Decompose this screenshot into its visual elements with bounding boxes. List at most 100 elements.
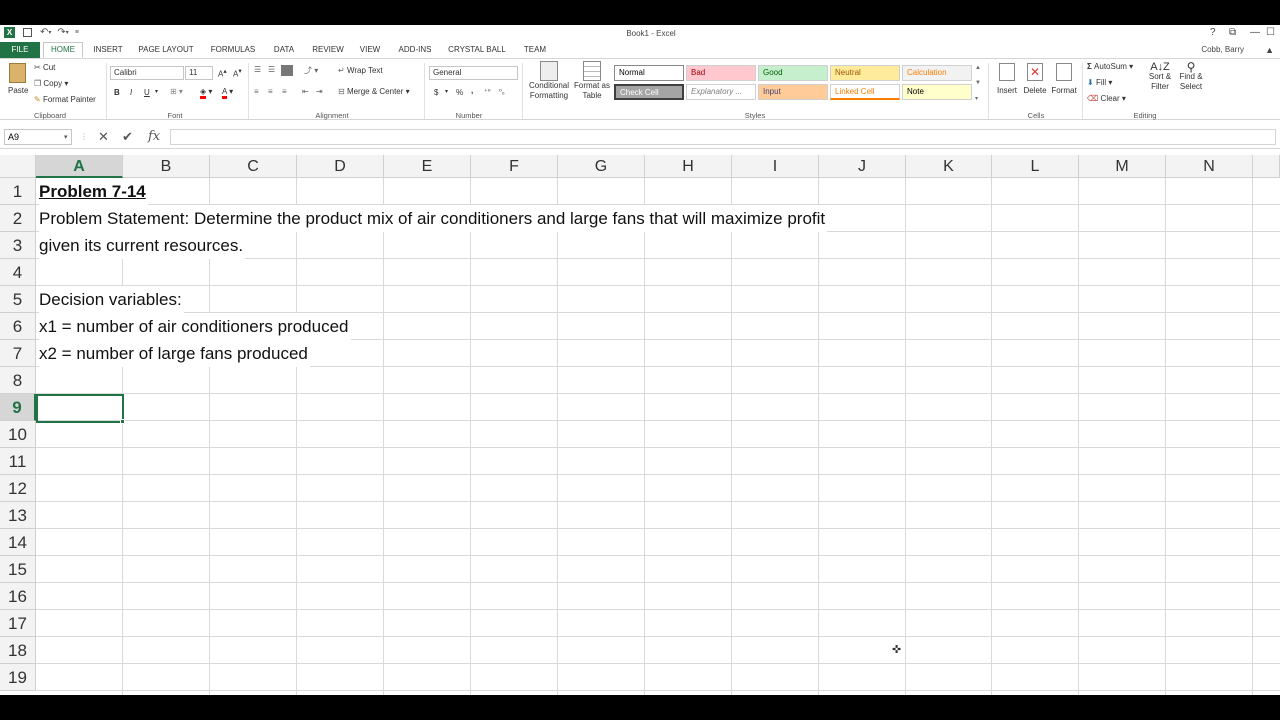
decrease-font-icon[interactable]: A▾ (233, 67, 242, 79)
cell-style-explanatory[interactable]: Explanatory ... (686, 84, 756, 100)
name-box-dropdown-icon[interactable]: ▾ (64, 133, 68, 141)
active-cell-a9[interactable] (36, 394, 124, 423)
conditional-formatting-button[interactable]: Conditional Formatting (526, 61, 572, 101)
autosum-button[interactable]: Σ AutoSum ▾ (1087, 62, 1133, 71)
row-header-6[interactable]: 6 (0, 313, 36, 340)
align-right-icon[interactable]: ≡ (282, 87, 287, 96)
fill-handle[interactable] (120, 419, 125, 424)
row-header-11[interactable]: 11 (0, 448, 36, 475)
row-header-18[interactable]: 18 (0, 637, 36, 664)
cancel-entry-icon[interactable]: ✕ (98, 129, 109, 145)
cell-a5[interactable]: Decision variables: (39, 286, 184, 313)
row-header-7[interactable]: 7 (0, 340, 36, 367)
column-header-b[interactable]: B (123, 155, 210, 178)
cell-style-calculation[interactable]: Calculation (902, 65, 972, 81)
align-bottom-icon[interactable] (281, 65, 293, 76)
column-header-d[interactable]: D (297, 155, 384, 178)
row-header-19[interactable]: 19 (0, 664, 36, 691)
orientation-icon[interactable]: ⤴ ▾ (304, 65, 318, 76)
bold-button[interactable]: B (114, 88, 120, 97)
comma-button[interactable]: , (471, 86, 473, 95)
ribbon-display-icon[interactable]: ⧉ (1229, 27, 1236, 38)
tab-data[interactable]: DATA (267, 42, 301, 58)
cell-a7[interactable]: x2 = number of large fans produced (39, 340, 310, 367)
format-as-table-button[interactable]: Format as Table (574, 61, 610, 101)
row-header-10[interactable]: 10 (0, 421, 36, 448)
maximize-icon[interactable]: ☐ (1266, 27, 1275, 38)
tab-add-ins[interactable]: ADD-INS (393, 42, 437, 58)
minimize-icon[interactable]: — (1250, 27, 1260, 38)
row-header-14[interactable]: 14 (0, 529, 36, 556)
formula-input[interactable] (170, 129, 1276, 145)
row-header-8[interactable]: 8 (0, 367, 36, 394)
row-header-4[interactable]: 4 (0, 259, 36, 286)
insert-function-icon[interactable]: fx (148, 129, 160, 144)
align-middle-icon[interactable]: ☰ (268, 65, 275, 74)
align-center-icon[interactable]: ≡ (268, 87, 273, 96)
column-header-k[interactable]: K (906, 155, 992, 178)
tab-formulas[interactable]: FORMULAS (206, 42, 260, 58)
currency-button[interactable]: $ (434, 88, 438, 97)
column-header-g[interactable]: G (558, 155, 645, 178)
cut-button[interactable]: ✂ Cut (34, 63, 55, 72)
increase-font-icon[interactable]: A▴ (218, 67, 227, 79)
tab-crystal-ball[interactable]: CRYSTAL BALL (445, 42, 509, 58)
column-header-n[interactable]: N (1166, 155, 1253, 178)
styles-scroll-up-icon[interactable]: ▲ (975, 65, 981, 71)
row-header-5[interactable]: 5 (0, 286, 36, 313)
column-header-m[interactable]: M (1079, 155, 1166, 178)
collapse-ribbon-icon[interactable]: ▲ (1265, 45, 1274, 55)
tab-team[interactable]: TEAM (518, 42, 552, 58)
tab-review[interactable]: REVIEW (309, 42, 347, 58)
borders-icon[interactable]: ⊞ ▾ (170, 87, 183, 96)
percent-button[interactable]: % (456, 88, 463, 97)
underline-dropdown-icon[interactable]: ▾ (155, 88, 158, 95)
tab-home[interactable]: HOME (43, 42, 83, 58)
column-header-e[interactable]: E (384, 155, 471, 178)
cell-a6[interactable]: x1 = number of air conditioners produced (39, 313, 351, 340)
cell-a1[interactable]: Problem 7-14 (39, 178, 148, 205)
cell-style-input[interactable]: Input (758, 84, 828, 100)
styles-more-icon[interactable]: ▾ (975, 95, 978, 102)
underline-button[interactable]: U (144, 88, 150, 97)
tab-file[interactable]: FILE (0, 42, 40, 58)
cell-style-linked-cell[interactable]: Linked Cell (830, 84, 900, 100)
format-painter-button[interactable]: ✎ Format Painter (34, 95, 96, 104)
fill-button[interactable]: ⬇ Fill ▾ (1087, 78, 1112, 87)
column-header-partial[interactable] (1253, 155, 1280, 178)
confirm-entry-icon[interactable]: ✔ (122, 129, 133, 145)
cell-style-normal[interactable]: Normal (614, 65, 684, 81)
find-select-button[interactable]: ⚲ Find & Select (1176, 61, 1206, 92)
insert-cells-button[interactable]: Insert (994, 63, 1020, 95)
wrap-text-button[interactable]: ↵ Wrap Text (338, 66, 383, 75)
clear-button[interactable]: ⌫ Clear ▾ (1087, 94, 1126, 103)
styles-scroll-down-icon[interactable]: ▼ (975, 80, 981, 86)
column-header-j[interactable]: J (819, 155, 906, 178)
row-header-3[interactable]: 3 (0, 232, 36, 259)
number-format-select[interactable]: General (429, 66, 518, 80)
increase-decimal-icon[interactable]: ⁺⁰ (484, 88, 491, 96)
copy-button[interactable]: ❐ Copy ▾ (34, 79, 68, 88)
user-name[interactable]: Cobb, Barry (1201, 45, 1244, 54)
cell-style-bad[interactable]: Bad (686, 65, 756, 81)
cell-a2[interactable]: Problem Statement: Determine the product… (39, 205, 828, 232)
column-header-c[interactable]: C (210, 155, 297, 178)
font-name-select[interactable]: Calibri (110, 66, 184, 80)
tab-view[interactable]: VIEW (355, 42, 385, 58)
row-header-16[interactable]: 16 (0, 583, 36, 610)
currency-dropdown-icon[interactable]: ▾ (445, 88, 448, 95)
row-header-2[interactable]: 2 (0, 205, 36, 232)
column-header-f[interactable]: F (471, 155, 558, 178)
help-icon[interactable]: ? (1210, 27, 1216, 38)
delete-cells-button[interactable]: ✕ Delete (1021, 63, 1049, 95)
row-header-1[interactable]: 1 (0, 178, 36, 205)
cell-style-check-cell[interactable]: Check Cell (614, 84, 684, 100)
fill-color-icon[interactable]: ◈ ▾ (200, 87, 212, 99)
row-header-17[interactable]: 17 (0, 610, 36, 637)
row-header-15[interactable]: 15 (0, 556, 36, 583)
font-color-icon[interactable]: A ▾ (222, 87, 233, 99)
column-header-a[interactable]: A (36, 155, 123, 178)
row-header-12[interactable]: 12 (0, 475, 36, 502)
row-header-13[interactable]: 13 (0, 502, 36, 529)
font-size-select[interactable]: 11 (185, 66, 213, 80)
